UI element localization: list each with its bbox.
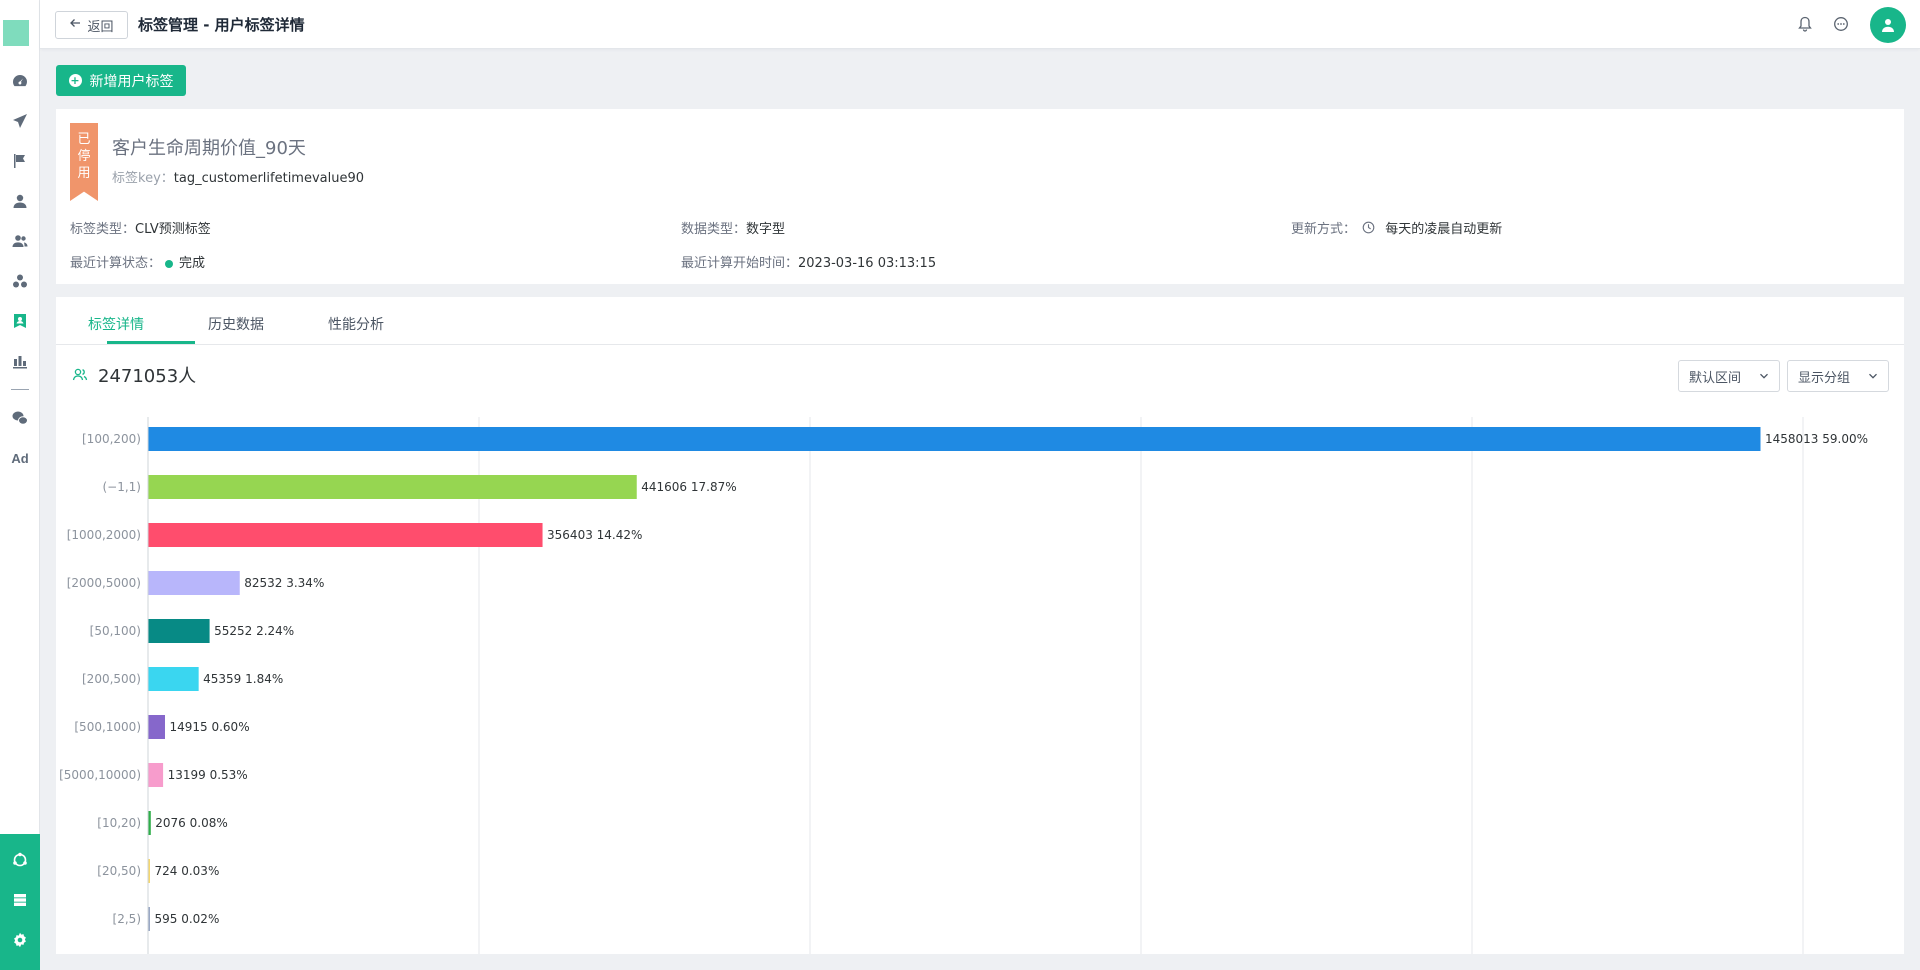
bar[interactable] [148,859,151,883]
calc-status-value: 完成 [179,256,206,271]
ai-assistant-icon[interactable] [8,848,32,872]
value-label: 55252 2.24% [214,624,294,638]
tag-key-value: tag_customerlifetimevalue90 [173,171,365,186]
bar[interactable] [148,907,151,931]
page-title: 标签管理 - 用户标签详情 [138,16,305,34]
back-button-label: 返回 [87,19,114,35]
tag-type-field: 标签类型：CLV预测标签 [70,218,211,237]
bar[interactable] [148,811,151,835]
calc-status-field: 最近计算状态： 完成 [70,252,205,271]
tag-detail-card: 标签详情 历史数据 性能分析 2471053人 默认区间 显示分组 [100,2… [56,297,1904,954]
category-label: [100,200) [82,432,141,446]
tag-key: 标签key：tag_customerlifetimevalue90 [112,167,364,186]
sidebar-divider [11,389,29,390]
value-label: 595 0.02% [155,912,220,926]
tag-type-label: 标签类型： [70,222,136,237]
category-label: [1000,2000) [67,528,141,542]
status-ribbon: 已停用 [70,123,98,201]
plus-circle-icon: + [68,74,82,87]
app-logo[interactable] [3,20,29,46]
distribution-bar-chart: [100,200) 1458013 59.00% (−1,1) 441606 17.8… [59,417,1868,954]
value-label: 2076 0.08% [155,816,227,830]
user-icon[interactable] [8,189,32,213]
value-label: 45359 1.84% [203,672,283,686]
category-label: [10,20) [97,816,141,830]
status-dot-icon [165,259,174,268]
value-label: 1458013 59.00% [1765,432,1868,446]
value-label: 441606 17.87% [641,480,736,494]
value-label: 356403 14.42% [547,528,642,542]
message-icon[interactable] [1831,14,1851,34]
user-avatar[interactable] [1870,7,1906,43]
category-label: [200,500) [82,672,141,686]
calc-time-label: 最近计算开始时间： [681,256,799,271]
bar[interactable] [148,667,199,691]
wechat-icon[interactable] [8,406,32,430]
tag-type-value: CLV预测标签 [135,222,211,237]
user-tag-icon[interactable] [8,309,32,333]
category-label: [2000,5000) [67,576,141,590]
calc-time-field: 最近计算开始时间：2023-03-16 03:13:15 [681,252,936,271]
update-mode-label: 更新方式： [1291,222,1357,237]
value-label: 82532 3.34% [244,576,324,590]
data-type-label: 数据类型： [681,222,747,237]
value-label: 13199 0.53% [168,768,248,782]
category-label: [500,1000) [74,720,141,734]
top-header: 返回 标签管理 - 用户标签详情 [40,0,1920,49]
data-type-value: 数字型 [746,222,786,237]
bar-chart-icon[interactable] [8,349,32,373]
sidebar: Ad [0,0,40,970]
flag-icon[interactable] [8,149,32,173]
calc-time-value: 2023-03-16 03:13:15 [798,256,937,271]
category-label: (−1,1) [102,480,141,494]
value-label: 14915 0.60% [169,720,249,734]
bar[interactable] [148,619,210,643]
status-ribbon-text: 已停用 [77,132,91,181]
category-label: [2,5) [113,912,141,926]
data-type-field: 数据类型：数字型 [681,218,785,237]
bar[interactable] [148,715,165,739]
update-mode-field: 更新方式： 每天的凌晨自动更新 [1291,218,1502,238]
clock-icon [1362,221,1375,238]
bell-icon[interactable] [1795,14,1815,34]
bar[interactable] [148,763,164,787]
server-icon[interactable] [8,888,32,912]
category-label: [50,100) [90,624,141,638]
calc-status-label: 最近计算状态： [70,256,162,271]
category-label: [20,50) [97,864,141,878]
tag-name: 客户生命周期价值_90天 [112,138,306,159]
send-icon[interactable] [8,109,32,133]
ad-icon[interactable]: Ad [8,446,32,470]
bar[interactable] [148,571,240,595]
update-mode-value: 每天的凌晨自动更新 [1385,222,1503,237]
add-user-tag-button[interactable]: + 新增用户标签 [56,65,186,96]
back-button[interactable]: 返回 [55,11,128,39]
arrow-left-icon [69,17,81,33]
settings-gear-icon[interactable] [8,928,32,952]
bar[interactable] [148,475,637,499]
value-label: 724 0.03% [155,864,220,878]
bar[interactable] [148,523,543,547]
sidebar-bottom-panel [0,834,40,970]
bar[interactable] [148,427,1761,451]
tag-key-label: 标签key： [112,171,174,186]
user-group-icon[interactable] [8,229,32,253]
add-user-tag-label: 新增用户标签 [89,73,174,90]
segments-icon[interactable] [8,269,32,293]
dashboard-icon[interactable] [8,69,32,93]
category-label: [5000,10000) [59,768,141,782]
tag-info-card: 已停用 客户生命周期价值_90天 标签key：tag_customerlifet… [56,109,1904,284]
